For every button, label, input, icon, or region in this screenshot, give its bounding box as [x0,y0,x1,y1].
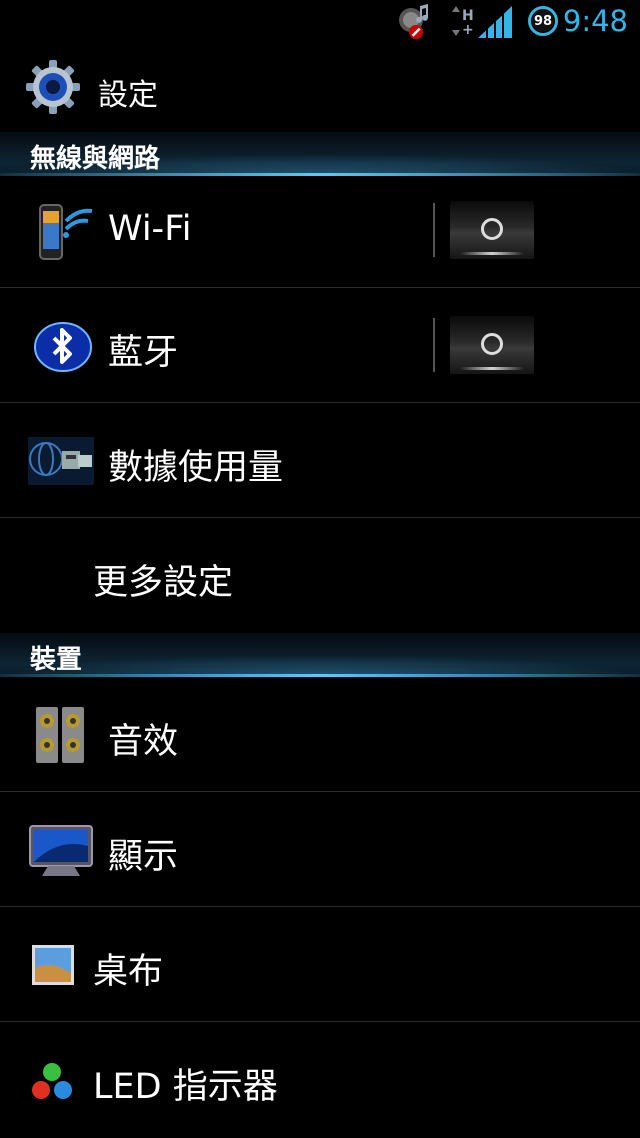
toggle-off-icon [481,333,503,355]
toggle-divider [433,318,435,372]
settings-item-wifi[interactable]: Wi-Fi [0,173,640,288]
settings-item-label: 數據使用量 [108,448,284,488]
section-title: 裝置 [30,645,83,675]
settings-item-label: 桌布 [93,952,164,992]
toggle-divider [433,203,435,257]
settings-gear-icon[interactable] [24,58,82,116]
phone-wifi-icon [30,199,96,263]
settings-item-label: Wi-Fi [108,209,192,249]
settings-item-display[interactable]: 顯示 [0,792,640,907]
settings-item-bluetooth[interactable]: 藍牙 [0,288,640,403]
section-title: 無線與網路 [30,144,161,174]
settings-item-label: 顯示 [108,837,179,877]
picture-icon [28,933,94,997]
settings-item-label: 更多設定 [93,563,234,603]
led-dots-icon [28,1048,94,1112]
section-header-device: 裝置 [0,633,640,677]
settings-item-data-usage[interactable]: 數據使用量 [0,403,640,518]
hplus-data-icon: H + [450,4,474,38]
monitor-icon [28,818,94,882]
toggle-off-icon [481,218,503,240]
section-header-wireless: 無線與網路 [0,132,640,176]
signal-strength-icon [476,4,514,40]
settings-item-sound[interactable]: 音效 [0,677,640,792]
status-bar: H + 98 9:48 [0,0,640,46]
settings-item-wallpaper[interactable]: 桌布 [0,907,640,1022]
speakers-icon [30,703,96,767]
settings-item-label: 藍牙 [108,333,179,373]
battery-icon: 98 [528,6,558,36]
network-port-icon [28,429,94,493]
clock: 9:48 [562,4,628,38]
action-bar: 設定 [0,46,640,132]
svg-text:+: + [462,22,474,38]
page-title: 設定 [98,78,158,113]
settings-item-label: LED 指示器 [93,1067,278,1107]
wifi-toggle[interactable] [450,201,534,259]
battery-level: 98 [532,10,554,32]
settings-item-label: 音效 [108,722,179,762]
notification-audio-icon [394,2,434,42]
settings-item-more[interactable]: 更多設定 [0,518,640,633]
bluetooth-toggle[interactable] [450,316,534,374]
bluetooth-icon [30,314,96,378]
settings-item-led[interactable]: LED 指示器 [0,1022,640,1137]
